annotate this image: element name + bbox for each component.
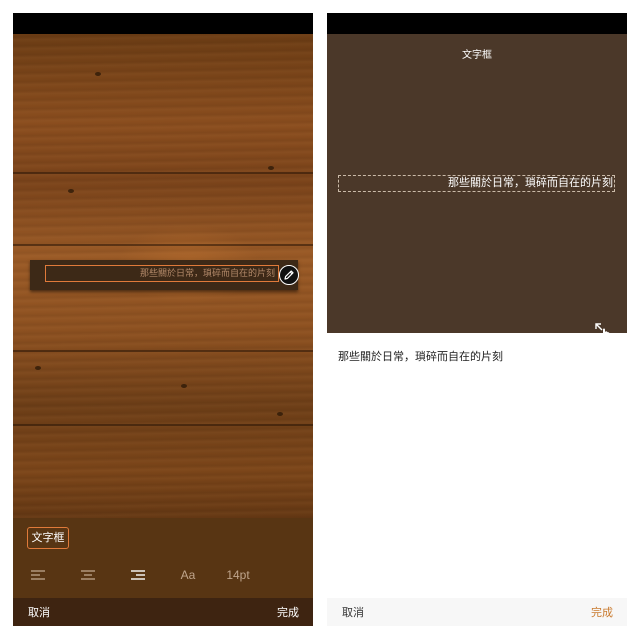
plank-seam: [13, 350, 313, 352]
done-button[interactable]: 完成: [277, 604, 299, 620]
text-input-field[interactable]: 那些關於日常，瑣碎而自在的片刻: [338, 348, 503, 364]
text-box-style-button[interactable]: 文字框: [27, 527, 69, 549]
bottom-action-bar: 取消 完成: [13, 598, 313, 626]
wood-knot: [277, 412, 283, 416]
text-style-toolbar: 文字框 Aa 14pt: [13, 518, 313, 598]
wood-knot: [268, 166, 274, 170]
align-center-icon[interactable]: [77, 563, 99, 587]
wood-knot: [35, 366, 41, 370]
text-input-area[interactable]: 那些關於日常，瑣碎而自在的片刻: [327, 333, 627, 598]
label-text[interactable]: 那些關於日常，瑣碎而自在的片刻: [45, 265, 279, 282]
cancel-button[interactable]: 取消: [28, 604, 50, 620]
plank-seam: [13, 244, 313, 246]
text-label-sticker[interactable]: 那些關於日常，瑣碎而自在的片刻: [30, 260, 298, 290]
preview-text-box[interactable]: 那些關於日常，瑣碎而自在的片刻: [338, 175, 615, 192]
left-screen: 那些關於日常，瑣碎而自在的片刻 文字框 Aa 14pt 取消 完成: [13, 13, 313, 626]
right-screen: 文字框 那些關於日常，瑣碎而自在的片刻 那些關於日常，瑣碎而自在的片刻 取消 完…: [327, 13, 627, 626]
text-preview-panel: 文字框 那些關於日常，瑣碎而自在的片刻: [327, 34, 627, 341]
wood-knot: [68, 189, 74, 193]
page-title: 文字框: [462, 50, 492, 61]
font-size-button[interactable]: 14pt: [221, 563, 255, 587]
status-bar: [327, 13, 627, 34]
bottom-action-bar: 取消 完成: [327, 598, 627, 626]
plank-seam: [13, 424, 313, 426]
status-bar: [13, 13, 313, 34]
font-button[interactable]: Aa: [175, 563, 201, 587]
wood-knot: [181, 384, 187, 388]
cancel-button[interactable]: 取消: [342, 604, 364, 620]
done-button[interactable]: 完成: [591, 604, 613, 620]
align-right-icon[interactable]: [127, 563, 149, 587]
pencil-icon[interactable]: [279, 265, 299, 285]
align-left-icon[interactable]: [27, 563, 49, 587]
wood-knot: [95, 72, 101, 76]
plank-seam: [13, 172, 313, 174]
